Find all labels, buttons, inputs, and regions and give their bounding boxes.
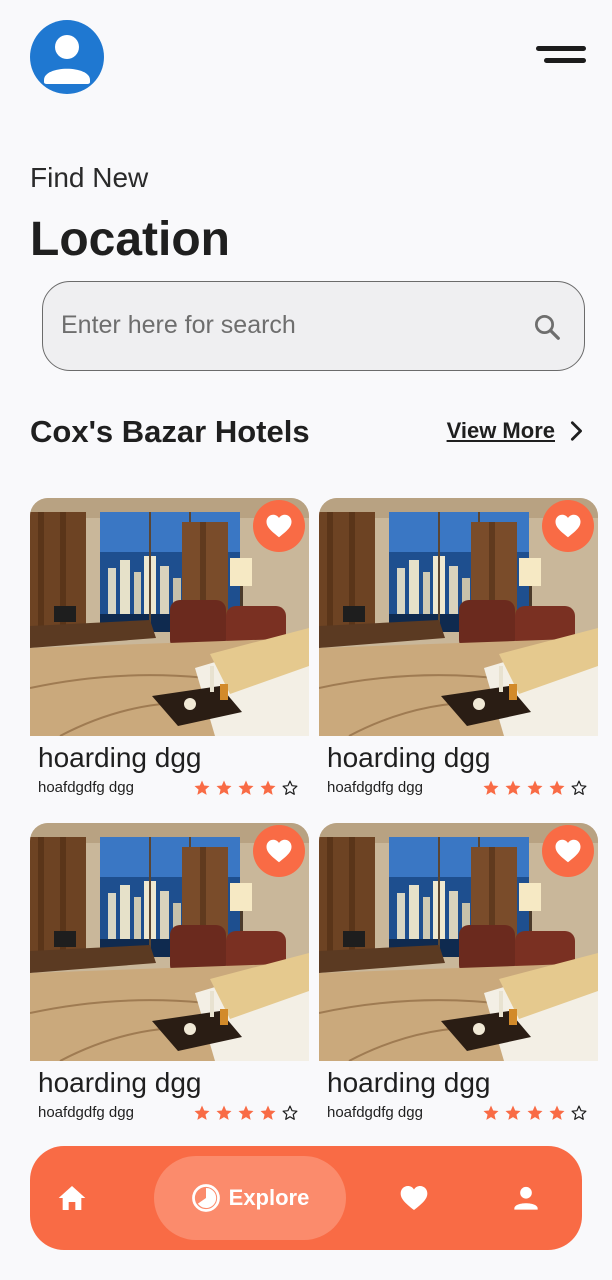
star-filled-icon [504,779,522,797]
star-filled-icon [482,1104,500,1122]
star-filled-icon [482,779,500,797]
favorite-button[interactable] [542,825,594,877]
heart-icon [553,511,583,541]
star-outline-icon [281,1104,299,1122]
page-title: Location [30,213,230,266]
nav-explore-label: Explore [228,1185,310,1210]
explore-icon [191,1184,220,1212]
search-input[interactable] [61,282,521,369]
star-outline-icon [570,1104,588,1122]
star-filled-icon [504,1104,522,1122]
hotel-card[interactable]: hoarding dgg hoafdgdfg dgg [30,823,309,1123]
heart-icon[interactable] [398,1182,430,1214]
person-icon[interactable] [512,1184,540,1212]
hotel-subtitle: hoafdgdfg dgg [38,1104,134,1121]
star-filled-icon [259,779,277,797]
star-filled-icon [526,1104,544,1122]
star-filled-icon [215,1104,233,1122]
rating-stars [193,1104,299,1122]
star-filled-icon [215,779,233,797]
hotel-name: hoarding dgg [38,1067,202,1098]
star-outline-icon [570,779,588,797]
menu-icon-line [536,46,586,51]
star-filled-icon [548,779,566,797]
hotel-name: hoarding dgg [327,742,491,773]
favorite-button[interactable] [253,825,305,877]
section-title: Cox's Bazar Hotels [30,414,310,449]
search-icon[interactable] [532,312,562,342]
star-filled-icon [193,1104,211,1122]
favorite-button[interactable] [542,500,594,552]
hotel-subtitle: hoafdgdfg dgg [38,779,134,796]
heart-icon [264,511,294,541]
star-outline-icon [281,779,299,797]
hotel-photo [319,498,598,736]
hotel-card[interactable]: hoarding dgg hoafdgdfg dgg [319,498,598,798]
menu-icon-line [544,58,586,63]
hotel-name: hoarding dgg [38,742,202,773]
menu-button[interactable] [534,44,586,68]
search-bar [42,281,585,371]
hotel-subtitle: hoafdgdfg dgg [327,779,423,796]
nav-explore-button[interactable]: Explore [154,1156,346,1240]
star-filled-icon [259,1104,277,1122]
person-icon [44,35,90,84]
rating-stars [482,779,588,797]
hotel-subtitle: hoafdgdfg dgg [327,1104,423,1121]
star-filled-icon [237,1104,255,1122]
home-icon[interactable] [56,1182,88,1214]
view-more-link[interactable]: View More [447,418,587,444]
hotel-photo [319,823,598,1061]
rating-stars [482,1104,588,1122]
avatar[interactable] [30,20,104,94]
rating-stars [193,779,299,797]
view-more-label: View More [446,418,555,443]
hotel-photo [30,823,309,1061]
heart-icon [264,836,294,866]
hotel-photo [30,498,309,736]
star-filled-icon [193,779,211,797]
hero-subtitle: Find New [30,162,149,193]
hotel-name: hoarding dgg [327,1067,491,1098]
chevron-right-icon [570,421,582,441]
star-filled-icon [548,1104,566,1122]
hotel-card[interactable]: hoarding dgg hoafdgdfg dgg [30,498,309,798]
heart-icon [553,836,583,866]
hotel-card[interactable]: hoarding dgg hoafdgdfg dgg [319,823,598,1123]
favorite-button[interactable] [253,500,305,552]
star-filled-icon [237,779,255,797]
bottom-nav: Explore [30,1146,582,1250]
star-filled-icon [526,779,544,797]
